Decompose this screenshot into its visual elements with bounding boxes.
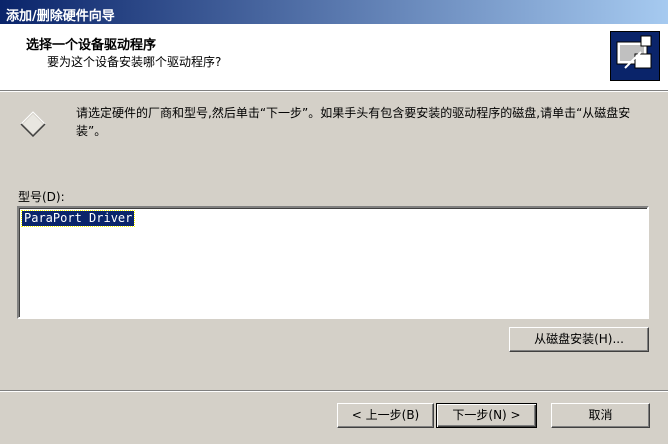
- wizard-header: 选择一个设备驱动程序 要为这个设备安装哪个驱动程序?: [0, 24, 668, 91]
- model-label: 型号(D):: [18, 190, 65, 204]
- header-subtitle: 要为这个设备安装哪个驱动程序?: [47, 55, 222, 69]
- back-button[interactable]: < 上一步(B): [337, 403, 434, 428]
- cancel-button[interactable]: 取消: [551, 403, 650, 428]
- header-divider: [0, 91, 668, 92]
- title-bar[interactable]: 添加/删除硬件向导: [0, 0, 668, 24]
- have-disk-button[interactable]: 从磁盘安装(H)...: [509, 327, 649, 352]
- header-title: 选择一个设备驱动程序: [26, 38, 157, 53]
- list-item[interactable]: ParaPort Driver: [20, 210, 136, 227]
- hardware-wizard-icon: [610, 31, 660, 81]
- wizard-window: 添加/删除硬件向导 选择一个设备驱动程序 要为这个设备安装哪个驱动程序? 请选定…: [0, 0, 668, 444]
- diamond-icon: [20, 111, 46, 138]
- footer-divider-highlight: [0, 391, 668, 392]
- model-listbox[interactable]: ParaPort Driver: [17, 206, 649, 319]
- next-button[interactable]: 下一步(N) >: [436, 403, 537, 428]
- window-title: 添加/删除硬件向导: [6, 9, 115, 24]
- instruction-text: 请选定硬件的厂商和型号,然后单击“下一步”。如果手头有包含要安装的驱动程序的磁盘…: [76, 106, 631, 138]
